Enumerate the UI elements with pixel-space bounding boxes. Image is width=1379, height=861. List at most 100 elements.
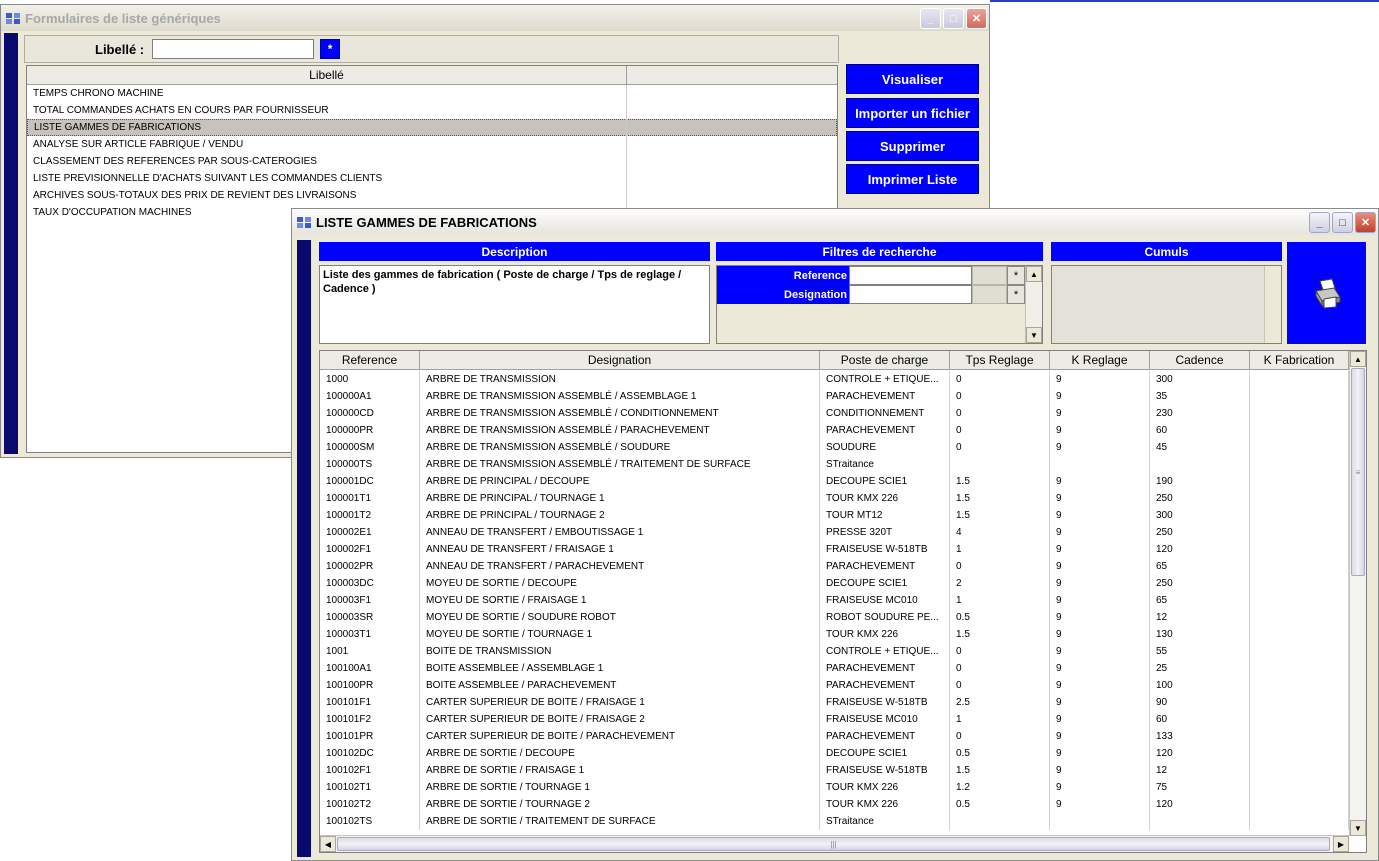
minimize-icon[interactable]: _	[1309, 212, 1330, 233]
table-row[interactable]: 100102T1 ARBRE DE SORTIE / TOURNAGE 1 TOUR…	[320, 779, 1349, 796]
cell-workstation: PARACHEVEMENT	[820, 558, 950, 575]
window2-titlebar[interactable]: LISTE GAMMES DE FABRICATIONS _ □ ✕	[292, 209, 1378, 235]
cell-workstation: SOUDURE	[820, 439, 950, 456]
table-row[interactable]: 100101F1 CARTER SUPERIEUR DE BOITE / FRAI…	[320, 694, 1349, 711]
cell-rate: 12	[1150, 762, 1250, 779]
cell-rate: 120	[1150, 745, 1250, 762]
cell-workstation: DECOUPE SCIE1	[820, 575, 950, 592]
table-row[interactable]: 100102TS ARBRE DE SORTIE / TRAITEMENT DE …	[320, 813, 1349, 830]
print-button[interactable]	[1287, 242, 1366, 344]
cell-reference: 100000SM	[320, 439, 420, 456]
cell-reference: 100003T1	[320, 626, 420, 643]
table-row[interactable]: 100003DC MOYEU DE SORTIE / DECOUPE DECOUPE…	[320, 575, 1349, 592]
table-row[interactable]: 100101PR CARTER SUPERIEUR DE BOITE / PARA…	[320, 728, 1349, 745]
col-header-setup-time[interactable]: Tps Reglage	[950, 351, 1050, 370]
table-row[interactable]: 100003F1 MOYEU DE SORTIE / FRAISAGE 1 FRAI…	[320, 592, 1349, 609]
col-header-k-manufacturing[interactable]: K Fabrication	[1250, 351, 1349, 370]
table-row[interactable]: 100002F1 ANNEAU DE TRANSFERT / FRAISAGE 1…	[320, 541, 1349, 558]
list-item[interactable]: TOTAL COMMANDES ACHATS EN COURS PAR FOUR…	[27, 102, 837, 119]
minimize-icon[interactable]: _	[920, 8, 941, 29]
table-row[interactable]: 100003T1 MOYEU DE SORTIE / TOURNAGE 1 TOUR…	[320, 626, 1349, 643]
filter-designation-input[interactable]	[849, 285, 972, 304]
scroll-up-icon[interactable]: ▲	[1026, 266, 1042, 282]
filters-scrollbar[interactable]: ▲ ▼	[1025, 266, 1042, 343]
list-item[interactable]: TEMPS CHRONO MACHINE	[27, 85, 837, 102]
list-item[interactable]: CLASSEMENT DES REFERENCES PAR SOUS-CATER…	[27, 153, 837, 170]
cell-rate: 60	[1150, 422, 1250, 439]
scroll-down-icon[interactable]: ▼	[1350, 820, 1366, 836]
table-vertical-scrollbar[interactable]: ▲ ≡ ▼	[1349, 351, 1366, 836]
table-row[interactable]: 100002E1 ANNEAU DE TRANSFERT / EMBOUTISSA…	[320, 524, 1349, 541]
close-icon[interactable]: ✕	[1355, 212, 1376, 233]
cell-k-manufacturing	[1250, 643, 1349, 660]
libelle-label: Libellé :	[95, 41, 145, 57]
col-header-rate[interactable]: Cadence	[1150, 351, 1250, 370]
scroll-up-icon[interactable]: ▲	[1350, 351, 1366, 367]
list-item[interactable]: LISTE PREVISIONNELLE D'ACHATS SUIVANT LE…	[27, 170, 837, 187]
close-icon[interactable]: ✕	[966, 8, 987, 29]
table-row[interactable]: 100000A1 ARBRE DE TRANSMISSION ASSEMBLÉ /…	[320, 388, 1349, 405]
libelle-star-button[interactable]: *	[320, 39, 341, 59]
filter-designation-label: Designation	[717, 285, 849, 304]
table-horizontal-scrollbar[interactable]: ◀ ||| ▶	[320, 835, 1349, 852]
horizontal-scroll-thumb[interactable]: |||	[337, 837, 1330, 851]
cell-setup-time: 1	[950, 711, 1050, 728]
visualiser-button[interactable]: Visualiser	[846, 64, 979, 94]
cell-workstation: TOUR KMX 226	[820, 779, 950, 796]
table-row[interactable]: 100102F1 ARBRE DE SORTIE / FRAISAGE 1 FRAI…	[320, 762, 1349, 779]
col-header-reference[interactable]: Reference	[320, 351, 420, 370]
table-row[interactable]: 100000TS ARBRE DE TRANSMISSION ASSEMBLÉ /…	[320, 456, 1349, 473]
table-row[interactable]: 100001T1 ARBRE DE PRINCIPAL / TOURNAGE 1T…	[320, 490, 1349, 507]
table-row[interactable]: 100100A1 BOITE ASSEMBLEE / ASSEMBLAGE 1 PA…	[320, 660, 1349, 677]
cell-workstation: STraitance	[820, 813, 950, 830]
cell-rate: 300	[1150, 371, 1250, 388]
cell-k-setup: 9	[1050, 507, 1150, 524]
cell-k-setup: 9	[1050, 473, 1150, 490]
cell-setup-time: 1.5	[950, 507, 1050, 524]
cell-k-manufacturing	[1250, 388, 1349, 405]
scroll-right-icon[interactable]: ▶	[1333, 836, 1349, 852]
delete-button[interactable]: Supprimer	[846, 131, 979, 161]
list-item-selected[interactable]: LISTE GAMMES DE FABRICATIONS	[27, 119, 837, 136]
filter-reference-star-button[interactable]: *	[1007, 266, 1025, 285]
cell-setup-time: 0	[950, 371, 1050, 388]
libelle-input[interactable]	[152, 39, 315, 59]
table-row[interactable]: 100101F2 CARTER SUPERIEUR DE BOITE / FRAI…	[320, 711, 1349, 728]
cell-k-manufacturing	[1250, 473, 1349, 490]
table-row[interactable]: 100000SM ARBRE DE TRANSMISSION ASSEMBLÉ /…	[320, 439, 1349, 456]
vertical-scroll-thumb[interactable]: ≡	[1351, 368, 1365, 576]
scroll-down-icon[interactable]: ▼	[1026, 327, 1042, 343]
maximize-icon[interactable]: □	[943, 8, 964, 29]
list-header-libelle[interactable]: Libellé	[27, 66, 627, 84]
table-row[interactable]: 100100PR BOITE ASSEMBLEE / PARACHEVEMENT P…	[320, 677, 1349, 694]
column-separator	[626, 85, 627, 211]
table-row[interactable]: 1001 BOITE DE TRANSMISSION CONTROLE + ETIQ…	[320, 643, 1349, 660]
table-row[interactable]: 100001T2 ARBRE DE PRINCIPAL / TOURNAGE 2T…	[320, 507, 1349, 524]
import-file-button[interactable]: Importer un fichier	[846, 98, 979, 128]
list-item[interactable]: ANALYSE SUR ARTICLE FABRIQUE / VENDU	[27, 136, 837, 153]
scroll-left-icon[interactable]: ◀	[320, 836, 336, 852]
filter-operator-cell[interactable]	[972, 285, 1007, 304]
cell-reference: 100002PR	[320, 558, 420, 575]
table-row[interactable]: 100102T2 ARBRE DE SORTIE / TOURNAGE 2 TOUR…	[320, 796, 1349, 813]
list-header-extra[interactable]	[627, 66, 837, 84]
table-row[interactable]: 100000CD ARBRE DE TRANSMISSION ASSEMBLÉ /…	[320, 405, 1349, 422]
table-row[interactable]: 100102DC ARBRE DE SORTIE / DECOUPE DECOUPE…	[320, 745, 1349, 762]
filter-operator-cell[interactable]	[972, 266, 1007, 285]
cell-rate: 60	[1150, 711, 1250, 728]
cell-setup-time: 1.5	[950, 762, 1050, 779]
print-list-button[interactable]: Imprimer Liste	[846, 164, 979, 194]
filter-reference-input[interactable]	[849, 266, 972, 285]
table-row[interactable]: 100002PR ANNEAU DE TRANSFERT / PARACHEVEM…	[320, 558, 1349, 575]
filter-designation-star-button[interactable]: *	[1007, 285, 1025, 304]
table-row[interactable]: 100000PR ARBRE DE TRANSMISSION ASSEMBLÉ /…	[320, 422, 1349, 439]
col-header-k-setup[interactable]: K Reglage	[1050, 351, 1150, 370]
table-row[interactable]: 100001DC ARBRE DE PRINCIPAL / DECOUPE DECO…	[320, 473, 1349, 490]
table-row[interactable]: 1000 ARBRE DE TRANSMISSION CONTROLE + ETIQ…	[320, 371, 1349, 388]
window1-titlebar[interactable]: Formulaires de liste génériques _ □ ✕	[1, 5, 989, 31]
col-header-workstation[interactable]: Poste de charge	[820, 351, 950, 370]
list-item[interactable]: ARCHIVES SOUS-TOTAUX DES PRIX DE REVIENT…	[27, 187, 837, 204]
col-header-designation[interactable]: Designation	[420, 351, 820, 370]
table-row[interactable]: 100003SR MOYEU DE SORTIE / SOUDURE ROBOT R…	[320, 609, 1349, 626]
maximize-icon[interactable]: □	[1332, 212, 1353, 233]
